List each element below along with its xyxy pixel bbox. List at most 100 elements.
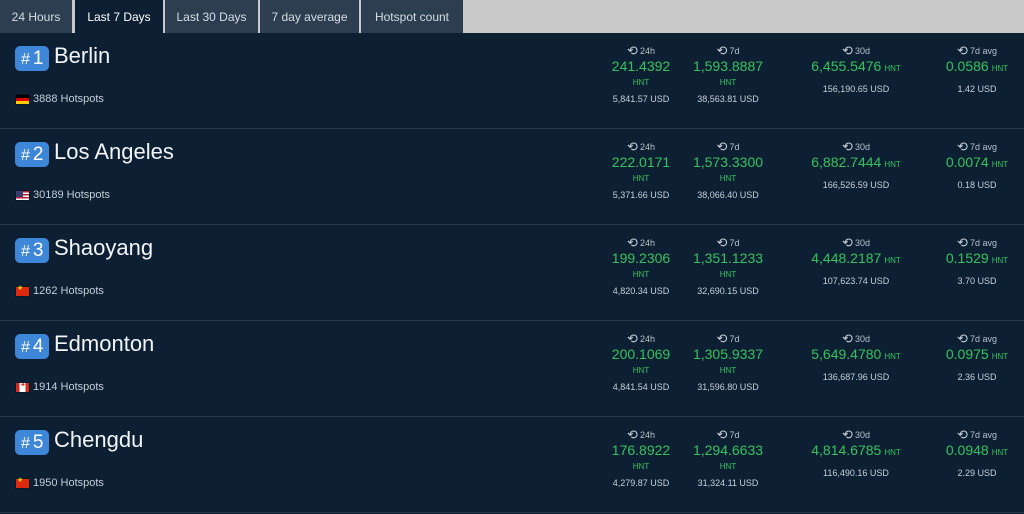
tab-24-hours[interactable]: 24 Hours (0, 0, 72, 33)
usd-value: 38,563.81 USD (697, 94, 759, 104)
history-icon: ⟲ (716, 43, 728, 58)
usd-value: 32,690.15 USD (697, 286, 759, 296)
history-icon: ⟲ (627, 427, 638, 442)
stat-7d-avg: ⟲ 7d avg 0.0948 HNT 2.29 USD (934, 428, 1020, 478)
stat-24h: ⟲ 24h 176.8922 HNT 4,279.87 USD (596, 427, 686, 488)
stat-24h: ⟲ 24h 241.4392 HNT 5,841.57 USD (596, 43, 686, 104)
history-icon: ⟲ (627, 43, 638, 58)
history-icon: ⟲ (957, 331, 968, 346)
stat-7d: ⟲ 7d 1,294.6633 HNT 31,324.11 USD (683, 427, 773, 488)
stat-7d: ⟲ 7d 1,305.9337 HNT 31,596.80 USD (683, 331, 773, 392)
rank-badge: #3 (15, 238, 50, 263)
usd-value: 107,623.74 USD (822, 276, 890, 286)
rank-badge: #4 (15, 334, 50, 359)
tab-last-7-days[interactable]: Last 7 Days (75, 0, 163, 33)
country-flag-icon (15, 476, 30, 489)
usd-value: 0.18 USD (957, 180, 997, 190)
usd-value: 4,820.34 USD (612, 286, 670, 296)
tab-last-30-days[interactable]: Last 30 Days (165, 0, 258, 33)
usd-value: 38,066.40 USD (697, 190, 759, 200)
stat-24h: ⟲ 24h 222.0171 HNT 5,371.66 USD (596, 139, 686, 200)
hnt-value: 4,814.6785 HNT (811, 442, 901, 458)
stat-7d-avg: ⟲ 7d avg 0.0586 HNT 1.42 USD (934, 43, 1020, 94)
city-row[interactable]: #1 Berlin 3888 Hotspots ⟲ 24h 241.4392 HN… (0, 33, 1024, 129)
usd-value: 31,324.11 USD (697, 478, 759, 488)
history-icon: ⟲ (957, 139, 968, 154)
city-row[interactable]: #5 Chengdu 1950 Hotspots ⟲24h 176.8922 H… (0, 417, 1024, 513)
history-icon: ⟲ (627, 331, 638, 346)
usd-value: 5,841.57 USD (612, 94, 670, 104)
city-name[interactable]: Chengdu (54, 427, 143, 453)
city-row[interactable]: #2 Los Angeles 30189 Hotspots ⟲ 24h 222.0… (0, 129, 1024, 225)
usd-value: 2.29 USD (957, 468, 997, 478)
history-icon: ⟲ (842, 331, 853, 346)
city-name[interactable]: Edmonton (54, 331, 154, 357)
hotspot-count: 3888 Hotspots (15, 93, 104, 105)
history-icon: ⟲ (957, 235, 968, 250)
history-icon: ⟲ (842, 235, 853, 250)
country-flag-icon (15, 284, 30, 297)
hnt-value: 200.1069 (611, 346, 671, 362)
city-row[interactable]: #4 Edmonton 1914 Hotspots ⟲24h 200.1069 … (0, 321, 1024, 417)
history-icon: ⟲ (842, 43, 853, 58)
history-icon: ⟲ (627, 139, 638, 154)
usd-value: 116,490.16 USD (823, 468, 889, 478)
usd-value: 1.42 USD (957, 84, 997, 94)
city-name[interactable]: Shaoyang (54, 235, 153, 261)
history-icon: ⟲ (716, 235, 728, 250)
rank-badge: #5 (15, 430, 50, 455)
hnt-value: 222.0171 (611, 154, 671, 170)
history-icon: ⟲ (716, 427, 728, 442)
country-flag-icon (15, 93, 30, 105)
hnt-value: 241.4392 (611, 58, 671, 74)
city-row[interactable]: #3 Shaoyang 1262 Hotspots ⟲24h 199.2306 … (0, 225, 1024, 321)
usd-value: 156,190.65 USD (822, 84, 890, 94)
hnt-value: 0.0586 HNT (945, 58, 1009, 74)
period-tab-bar: 24 Hours Last 7 Days Last 30 Days 7 day … (0, 0, 1024, 33)
hnt-value: 1,593.8887 (692, 58, 764, 74)
stat-7d-avg: ⟲ 7d avg 0.1529 HNT 3.70 USD (934, 235, 1020, 286)
stat-7d-avg: ⟲ 7d avg 0.0975 HNT 2.36 USD (934, 331, 1020, 382)
hnt-value: 1,305.9337 (692, 346, 764, 362)
hnt-value: 0.0975 HNT (945, 346, 1009, 362)
hnt-value: 6,882.7444 HNT (811, 154, 901, 170)
country-flag-icon (15, 381, 30, 393)
hnt-value: 0.1529 HNT (945, 250, 1009, 266)
country-flag-icon (15, 189, 30, 201)
stat-7d: ⟲ 7d 1,573.3300 HNT 38,066.40 USD (683, 139, 773, 200)
hnt-value: 1,294.6633 (692, 442, 764, 458)
hnt-value: 176.8922 (611, 442, 671, 458)
hotspot-count: 30189 Hotspots (15, 189, 110, 201)
hnt-value: 199.2306 (611, 250, 671, 266)
stat-7d-avg: ⟲ 7d avg 0.0074 HNT 0.18 USD (934, 139, 1020, 190)
history-icon: ⟲ (716, 139, 728, 154)
stat-7d: ⟲ 7d 1,593.8887 HNT 38,563.81 USD (683, 43, 773, 104)
usd-value: 3.70 USD (957, 276, 997, 286)
usd-value: 4,279.87 USD (612, 478, 670, 488)
hotspot-count: 1914 Hotspots (15, 381, 104, 393)
history-icon: ⟲ (957, 43, 968, 58)
usd-value: 2.36 USD (957, 372, 997, 382)
rank-badge: #2 (15, 142, 50, 167)
stat-24h: ⟲ 24h 200.1069 HNT 4,841.54 USD (596, 331, 686, 392)
hnt-value: 4,448.2187 HNT (811, 250, 901, 266)
tab-hotspot-count[interactable]: Hotspot count (361, 0, 463, 33)
history-icon: ⟲ (842, 139, 853, 154)
hotspot-count: 1950 Hotspots (15, 476, 104, 489)
city-name[interactable]: Berlin (54, 43, 110, 69)
hotspot-count: 1262 Hotspots (15, 284, 104, 297)
usd-value: 4,841.54 USD (612, 382, 670, 392)
hnt-value: 5,649.4780 HNT (811, 346, 901, 362)
history-icon: ⟲ (716, 331, 728, 346)
city-name[interactable]: Los Angeles (54, 139, 174, 165)
usd-value: 31,596.80 USD (697, 382, 759, 392)
tab-7-day-average[interactable]: 7 day average (260, 0, 359, 33)
usd-value: 136,687.96 USD (822, 372, 890, 382)
usd-value: 166,526.59 USD (822, 180, 890, 190)
hnt-value: 1,351.1233 (692, 250, 764, 266)
history-icon: ⟲ (627, 235, 638, 250)
usd-value: 5,371.66 USD (612, 190, 670, 200)
history-icon: ⟲ (842, 427, 853, 442)
hnt-value: 0.0074 HNT (945, 154, 1009, 170)
city-ranking-list: #1 Berlin 3888 Hotspots ⟲ 24h 241.4392 HN… (0, 33, 1024, 514)
